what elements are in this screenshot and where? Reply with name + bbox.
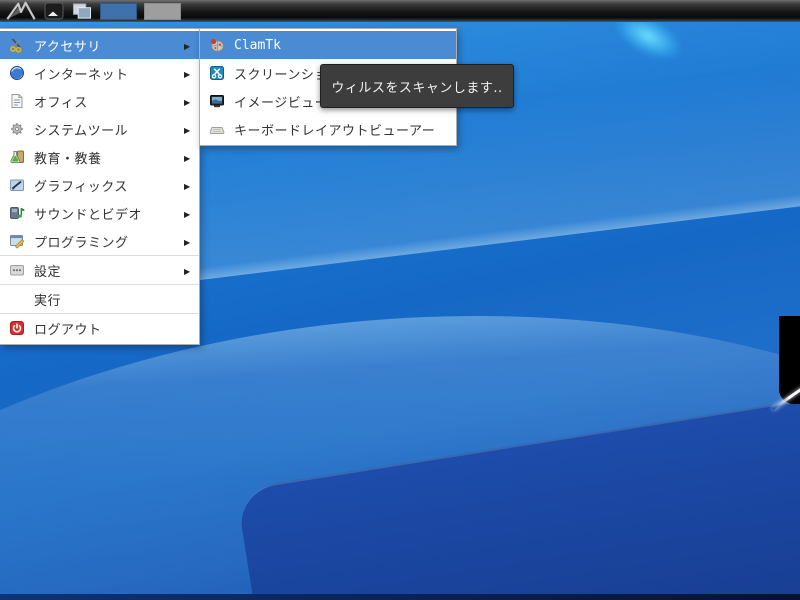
menu-item-label: システムツール	[34, 123, 129, 139]
applications-menu: アクセサリ インターネット	[0, 28, 200, 345]
document-icon	[8, 93, 25, 110]
pager-icon[interactable]	[71, 1, 93, 21]
menu-item-programming[interactable]: プログラミング	[0, 227, 199, 255]
tooltip-text: ウィルスをスキャンします..	[331, 80, 503, 96]
menu-item-office[interactable]: オフィス	[0, 87, 199, 115]
programming-icon	[8, 233, 25, 250]
submenu-arrow-icon	[184, 206, 194, 221]
menu-item-label: オフィス	[34, 95, 88, 111]
scissors-icon	[8, 37, 25, 54]
minimize-all-icon[interactable]	[44, 1, 64, 21]
preferences-icon	[8, 262, 25, 279]
menu-item-logout[interactable]: ログアウト	[0, 314, 199, 342]
submenu-item-keyboard-layout-viewer[interactable]: キーボードレイアウトビューアー	[200, 115, 456, 143]
submenu-arrow-icon	[184, 38, 194, 53]
menu-item-accessories[interactable]: アクセサリ	[0, 31, 199, 59]
wallpaper-bottom-strip	[0, 594, 800, 600]
menu-item-label: グラフィックス	[34, 179, 128, 195]
menu-item-label: 教育・教養	[34, 151, 102, 167]
logout-power-icon	[8, 320, 25, 337]
menu-item-label: アクセサリ	[34, 39, 101, 55]
graphics-icon	[8, 177, 25, 194]
globe-icon	[8, 65, 25, 82]
submenu-arrow-icon	[184, 150, 194, 165]
submenu-arrow-icon	[184, 94, 194, 109]
submenu-arrow-icon	[184, 122, 194, 137]
submenu-item-label: ClamTk	[234, 37, 281, 53]
menu-item-education[interactable]: 教育・教養	[0, 143, 199, 171]
screen: アクセサリ インターネット	[0, 0, 800, 600]
menu-item-preferences[interactable]: 設定	[0, 256, 199, 284]
no-icon-spacer	[8, 291, 25, 308]
clamtk-bug-icon	[208, 37, 225, 54]
tooltip: ウィルスをスキャンします..	[320, 64, 514, 108]
menu-item-label: インターネット	[34, 67, 129, 83]
submenu-arrow-icon	[184, 178, 194, 193]
menu-item-label: プログラミング	[34, 235, 129, 251]
submenu-arrow-icon	[184, 66, 194, 81]
music-note-icon	[8, 205, 25, 222]
menu-item-label: 設定	[34, 264, 62, 280]
taskbar-task-active[interactable]	[100, 2, 137, 20]
menu-item-internet[interactable]: インターネット	[0, 59, 199, 87]
flask-icon	[8, 149, 25, 166]
menu-item-label: 実行	[34, 293, 62, 309]
taskbar	[0, 0, 800, 22]
gear-icon	[8, 121, 25, 138]
screenshot-tool-icon	[208, 65, 225, 82]
image-viewer-monitor-icon	[208, 93, 225, 110]
submenu-item-clamtk[interactable]: ClamTk	[200, 31, 456, 59]
submenu-arrow-icon	[184, 234, 194, 249]
keyboard-icon	[208, 121, 225, 138]
menu-item-label: ログアウト	[34, 322, 102, 338]
menu-item-label: サウンドとビデオ	[34, 207, 143, 223]
submenu-item-label: キーボードレイアウトビューアー	[234, 123, 436, 139]
menu-item-system-tools[interactable]: システムツール	[0, 115, 199, 143]
menu-item-graphics[interactable]: グラフィックス	[0, 171, 199, 199]
taskbar-task-inactive[interactable]	[144, 2, 181, 20]
menu-item-sound-video[interactable]: サウンドとビデオ	[0, 199, 199, 227]
menu-item-run[interactable]: 実行	[0, 285, 199, 313]
menu-launcher-logo-icon[interactable]	[5, 1, 37, 21]
submenu-arrow-icon	[184, 263, 194, 278]
